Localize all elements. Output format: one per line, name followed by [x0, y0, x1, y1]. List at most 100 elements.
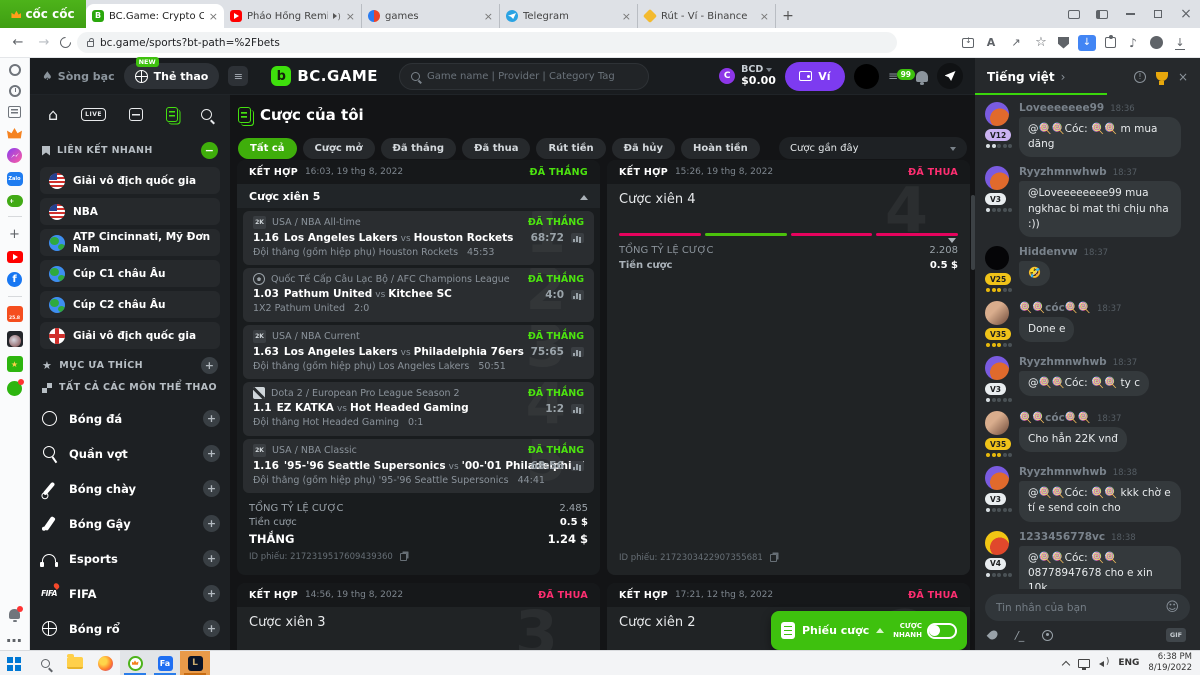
downloads-icon[interactable]: [1172, 35, 1188, 51]
avatar[interactable]: [985, 166, 1009, 190]
stats-icon[interactable]: [571, 461, 584, 471]
address-bar[interactable]: bc.game/sports?bt-path=%2Fbets: [77, 32, 897, 53]
live-icon[interactable]: [81, 108, 106, 121]
expand-caret-icon[interactable]: [948, 228, 956, 247]
expand-sport-button[interactable]: [203, 620, 220, 637]
tab-close-icon[interactable]: [346, 10, 355, 23]
coccoc-brand[interactable]: cốc cốc: [0, 0, 86, 28]
avatar[interactable]: [985, 531, 1009, 555]
filter-pill[interactable]: Đã thua: [462, 138, 530, 159]
league-of-legends-icon[interactable]: [180, 651, 210, 675]
stats-icon[interactable]: [571, 233, 584, 243]
add-app-icon[interactable]: [7, 226, 23, 242]
sport-item[interactable]: FIFA: [40, 576, 220, 611]
filter-pill[interactable]: Rút tiền: [536, 138, 605, 159]
bet-card-collapsed[interactable]: KẾT HỢP 15:26, 19 thg 8, 2022 ĐÃ THUA 4 …: [607, 160, 970, 575]
taskbar-search[interactable]: [30, 651, 60, 675]
quick-link[interactable]: NBA: [40, 198, 220, 225]
chat-app-icon[interactable]: [7, 381, 22, 396]
sidebar-toggle-icon[interactable]: [1088, 0, 1116, 28]
expand-sport-button[interactable]: [203, 515, 220, 532]
bet-selection[interactable]: 3 USA / NBA Current 1.63Los Angeles Lake…: [243, 325, 594, 379]
reload-button[interactable]: [58, 35, 74, 51]
sport-item[interactable]: Bóng đá: [40, 401, 220, 436]
bet-selection[interactable]: 4 Dota 2 / European Pro League Season 2 …: [243, 382, 594, 436]
tab-close-icon[interactable]: [484, 10, 493, 23]
quick-bet-toggle[interactable]: [927, 623, 957, 639]
add-favorite-button[interactable]: [201, 357, 218, 374]
username[interactable]: Loveeeeeee99: [1019, 102, 1104, 114]
coccoc-taskbar-icon[interactable]: [120, 651, 150, 675]
game-search[interactable]: [399, 63, 649, 90]
expand-sport-button[interactable]: [203, 480, 220, 497]
notifications-icon[interactable]: [916, 71, 928, 82]
bet-selection[interactable]: 1 USA / NBA All-time 1.16Los Angeles Lak…: [243, 211, 594, 265]
clock[interactable]: 6:38 PM8/19/2022: [1148, 652, 1192, 674]
tab-close-icon[interactable]: [209, 10, 218, 23]
search-input[interactable]: [427, 71, 637, 82]
share-icon[interactable]: [1008, 35, 1024, 51]
facebook-icon[interactable]: [7, 272, 22, 287]
back-button[interactable]: [8, 35, 28, 50]
maximize-button[interactable]: [1144, 0, 1172, 28]
copy-icon[interactable]: [770, 554, 777, 562]
browser-tab[interactable]: Rút - Ví - Binance: [638, 4, 776, 28]
lock-icon[interactable]: [87, 41, 94, 47]
sport-item[interactable]: Quần vợt: [40, 436, 220, 471]
casino-nav[interactable]: Sòng bạc: [42, 69, 115, 83]
youtube-icon[interactable]: [7, 251, 23, 263]
emoji-icon[interactable]: [1165, 600, 1179, 615]
quick-link[interactable]: Cúp C1 châu Âu: [40, 260, 220, 287]
history-icon[interactable]: [9, 85, 21, 97]
close-chat-icon[interactable]: [1178, 70, 1188, 84]
avatar[interactable]: [985, 356, 1009, 380]
stats-icon[interactable]: [571, 404, 584, 414]
avatar[interactable]: [985, 301, 1009, 325]
balance[interactable]: BCD $0.00: [719, 65, 776, 88]
trophy-icon[interactable]: [1156, 72, 1168, 81]
chat-toggle-button[interactable]: [937, 63, 963, 89]
expand-sport-button[interactable]: [203, 585, 220, 602]
tab-close-icon[interactable]: [760, 10, 769, 23]
quick-link[interactable]: Cúp C2 châu Âu: [40, 291, 220, 318]
divider[interactable]: [8, 216, 22, 217]
more-icon[interactable]: [7, 628, 23, 644]
filter-pill[interactable]: Đã thắng: [381, 138, 457, 159]
tab-close-icon[interactable]: [622, 10, 631, 23]
translate-icon[interactable]: [983, 35, 999, 51]
avatar[interactable]: [985, 102, 1009, 126]
bet-name-row[interactable]: Cược xiên 5: [237, 184, 600, 208]
chat-language[interactable]: Tiếng việt: [987, 70, 1055, 84]
minimize-button[interactable]: [1116, 0, 1144, 28]
filter-pill[interactable]: Đã hủy: [612, 138, 675, 159]
sort-dropdown[interactable]: Cược gần đây: [779, 137, 967, 159]
username[interactable]: 🍭🍭cóc🍭🍭: [1019, 411, 1091, 424]
shield-icon[interactable]: [1058, 37, 1069, 49]
chat-input-box[interactable]: [985, 594, 1190, 621]
username[interactable]: Ryyzhmnwhwb: [1019, 356, 1107, 368]
zalo-icon[interactable]: [7, 172, 23, 186]
browser-tab[interactable]: Telegram: [500, 4, 638, 28]
browser-tab[interactable]: games: [362, 4, 500, 28]
sport-item[interactable]: Bóng rổ: [40, 611, 220, 646]
avatar[interactable]: [985, 246, 1009, 270]
stats-icon[interactable]: [571, 347, 584, 357]
commands-icon[interactable]: [1015, 629, 1024, 642]
star-app-icon[interactable]: [7, 356, 23, 372]
sports-nav[interactable]: NEW Thẻ thao: [124, 63, 220, 89]
tray-expand-icon[interactable]: [1062, 660, 1070, 668]
coin-rain-icon[interactable]: [987, 629, 1000, 642]
save-page-icon[interactable]: [962, 38, 974, 48]
username[interactable]: 🍭🍭cóc🍭🍭: [1019, 301, 1091, 314]
firefox-icon[interactable]: [90, 651, 120, 675]
user-avatar[interactable]: [854, 64, 879, 89]
settings-icon[interactable]: [9, 64, 21, 76]
chevron-right-icon[interactable]: [1061, 70, 1066, 84]
home-icon[interactable]: [48, 105, 58, 124]
avatar[interactable]: [985, 411, 1009, 435]
games-app-icon[interactable]: [7, 195, 23, 207]
browser-tab[interactable]: Pháo Hồng Remix, Nhưng: [224, 4, 362, 28]
media-control-icon[interactable]: [1125, 35, 1141, 51]
bet-selection[interactable]: 5 USA / NBA Classic 1.16'95-'96 Seattle …: [243, 439, 594, 493]
filter-pill[interactable]: Tất cả: [238, 138, 297, 159]
